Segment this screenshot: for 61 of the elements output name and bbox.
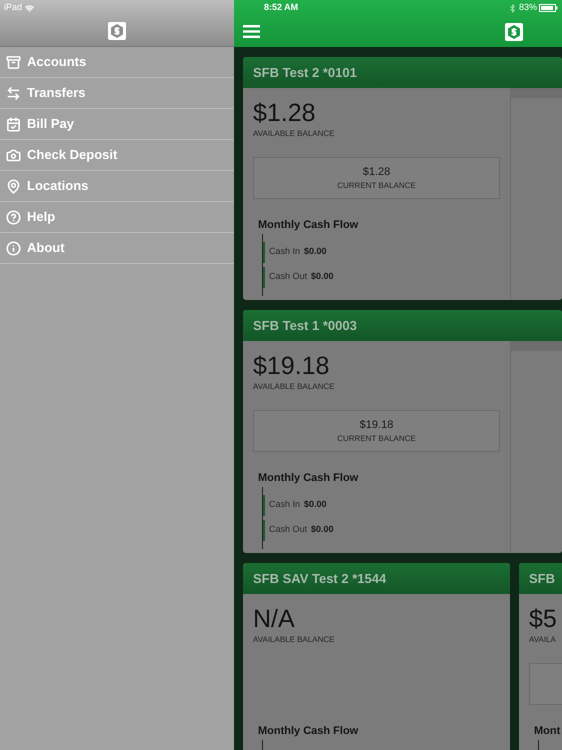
available-label: AVAILABLE BALANCE — [253, 634, 336, 646]
available-label: AVAILABLE BALANCE — [253, 381, 336, 393]
cash-flow-label: Cash In — [269, 498, 300, 512]
account-title: SFB Test 2 *0101 — [253, 64, 357, 82]
cash-flow-label: Cash Out — [269, 523, 308, 536]
available-amount: N/A — [253, 604, 296, 634]
logo-icon — [108, 22, 126, 40]
device-name: iPad — [4, 1, 22, 14]
info-icon — [6, 240, 21, 256]
current-label: CURRENT BALANCE — [337, 433, 416, 446]
account-title: SFB SAV Test 2 *1544 — [253, 570, 386, 588]
menu-label: About — [27, 239, 65, 258]
cash-flow-title: Mont — [534, 724, 562, 739]
account-title: SFB Test 1 *0003 — [253, 316, 357, 335]
menu-label: Transfers — [27, 84, 86, 102]
menu-label: Help — [27, 208, 56, 226]
account-card[interactable]: SFB SAV Test 2 *1544 N/A AVAILABLE BALANCE Monthly Cash Flow — [243, 563, 510, 750]
battery-percent: 83% — [518, 1, 537, 14]
account-card[interactable]: SFB Test 1 *0003 $19.18 AVAILABLE BALANCE $19.18 CURRENT BALANCE Monthly Cash Flow Cash In $0.00 Cash Out $0.00 — [243, 310, 562, 553]
wifi-icon — [25, 4, 34, 12]
account-card[interactable]: SFB Test 2 *0101 $1.28 AVAILABLE BALANCE $1.28 CURRENT BALANCE Monthly Cash Flow Cash In $0.00 Cash Out $0.00 — [243, 57, 562, 300]
menu-item[interactable]: Bill Pay — [0, 109, 234, 140]
menu-label: Bill Pay — [27, 115, 74, 134]
cash-flow-value: $0.00 — [304, 498, 327, 512]
menu-item[interactable]: Transfers — [0, 78, 234, 109]
account-title: SFB — [529, 570, 555, 588]
available-amount: $1.28 — [253, 98, 317, 128]
logo-icon — [505, 22, 523, 40]
current-amount: $1.28 — [362, 164, 390, 180]
menu-icon[interactable] — [243, 25, 260, 38]
available-label: AVAILABLE BALANCE — [253, 128, 336, 140]
swap-arrows-icon — [6, 86, 21, 100]
map-pin-icon — [6, 178, 21, 194]
menu-item[interactable]: About — [0, 233, 234, 264]
cash-flow-label: Cash In — [269, 245, 300, 258]
available-amount: $5 — [529, 604, 558, 634]
menu-label: Locations — [27, 177, 88, 196]
help-icon — [6, 210, 21, 224]
menu-label: Accounts — [27, 53, 86, 72]
cash-flow-title: Monthly Cash Flow — [258, 218, 360, 233]
account-card[interactable]: SFB $5 AVAILA Mont — [519, 563, 562, 750]
menu-item[interactable]: Check Deposit — [0, 140, 234, 171]
calendar-check-icon — [6, 116, 21, 132]
cash-flow-title: Monthly Cash Flow — [258, 724, 360, 739]
menu-item[interactable]: Accounts — [0, 47, 234, 78]
cash-flow-title: Monthly Cash Flow — [258, 471, 360, 486]
current-amount: $19.18 — [360, 418, 394, 433]
menu-item[interactable]: Help — [0, 202, 234, 233]
cash-flow-label: Cash Out — [269, 270, 308, 284]
available-amount: $19.18 — [253, 351, 330, 381]
camera-icon — [6, 148, 21, 162]
cash-flow-value: $0.00 — [311, 270, 334, 284]
cash-flow-value: $0.00 — [311, 523, 334, 536]
menu-item[interactable]: Locations — [0, 171, 234, 202]
cash-flow-value: $0.00 — [304, 245, 327, 258]
bluetooth-icon — [508, 4, 517, 12]
available-label: AVAILA — [529, 634, 557, 646]
battery-icon — [539, 4, 558, 12]
current-label: CURRENT BALANCE — [337, 180, 416, 192]
status-time: 8:52 AM — [264, 1, 298, 14]
menu-label: Check Deposit — [27, 146, 118, 164]
